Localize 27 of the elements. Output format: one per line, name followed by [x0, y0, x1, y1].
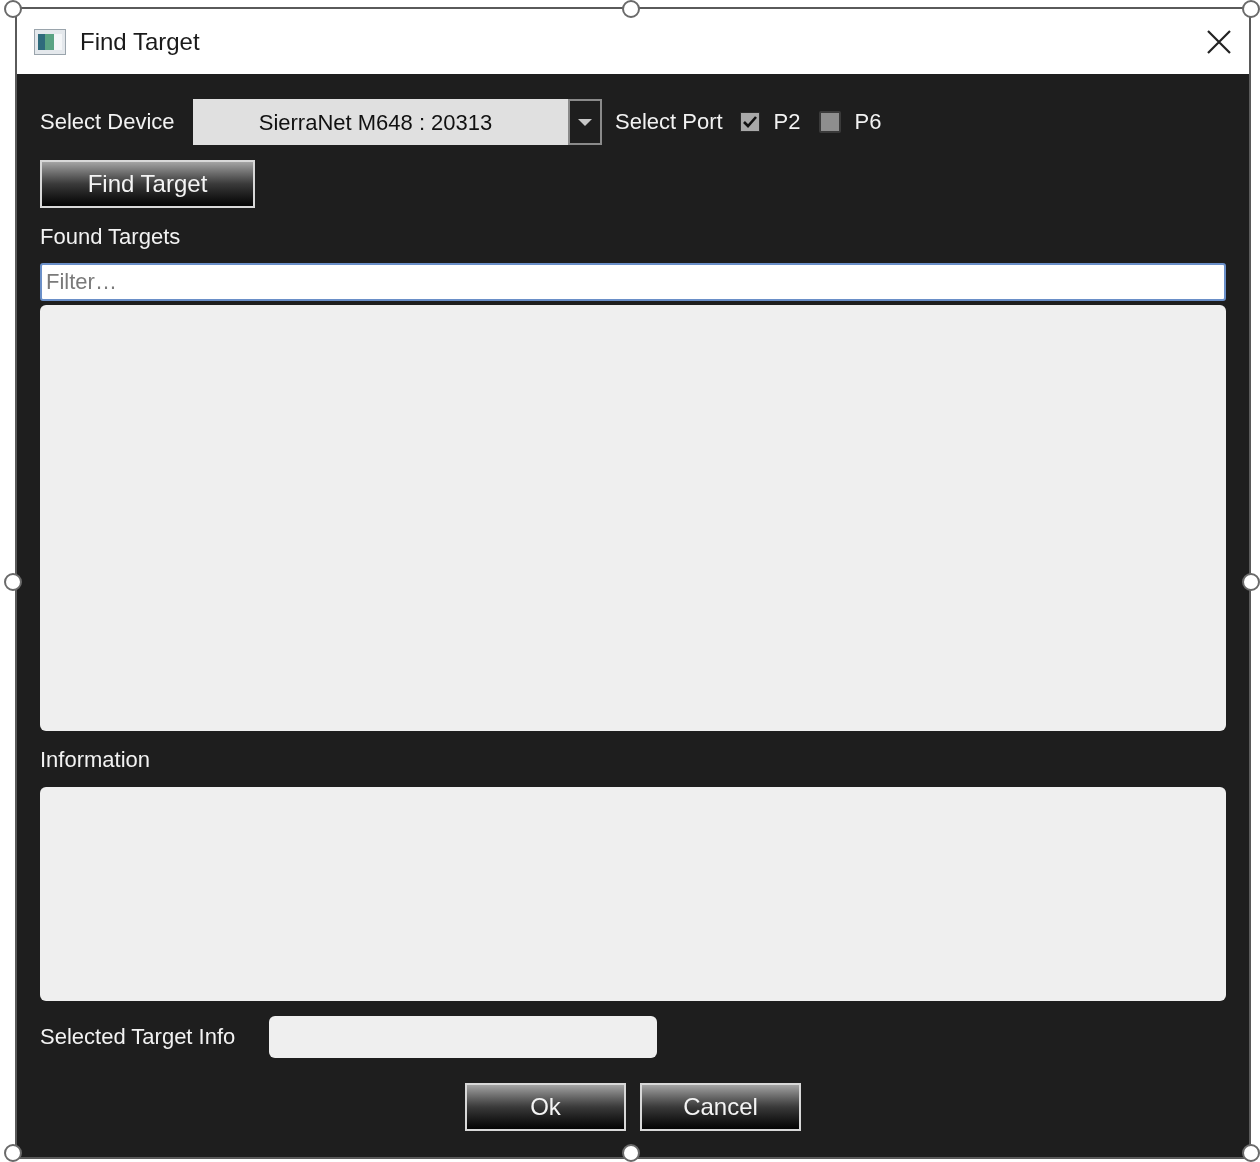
selected-target-label: Selected Target Info: [40, 1024, 237, 1050]
resize-handle[interactable]: [4, 0, 22, 18]
caret-icon: [568, 99, 602, 145]
app-window-icon: [34, 28, 66, 55]
resize-handle[interactable]: [1242, 573, 1260, 591]
port-label: Select Port: [615, 109, 723, 135]
section-label: Found Targets: [40, 224, 181, 250]
port-checkbox[interactable]: [818, 111, 841, 133]
device-label: Select Device: [40, 109, 176, 135]
close-icon[interactable]: [1207, 29, 1231, 54]
find-target-button[interactable]: Find Target: [40, 160, 255, 208]
cancel-button[interactable]: Cancel: [640, 1083, 801, 1131]
checkbox-label: P6: [854, 109, 882, 135]
checkbox-label: P2: [773, 109, 801, 135]
port-checkbox[interactable]: [739, 112, 760, 132]
resize-handle[interactable]: [622, 0, 640, 18]
device-dropdown[interactable]: SierraNet M648 : 20313: [193, 99, 602, 145]
section-label: Information: [40, 747, 151, 773]
checkmark-icon: [742, 116, 757, 128]
resize-handle[interactable]: [1242, 1144, 1260, 1162]
resize-handle[interactable]: [4, 1144, 22, 1162]
filter-field[interactable]: Filter…: [40, 263, 1226, 301]
ok-button[interactable]: Ok: [465, 1083, 626, 1131]
resize-handle[interactable]: [1242, 0, 1260, 18]
window-title: Find Target: [80, 26, 200, 57]
resize-handle[interactable]: [4, 573, 22, 591]
selected-target-field[interactable]: [269, 1016, 657, 1058]
